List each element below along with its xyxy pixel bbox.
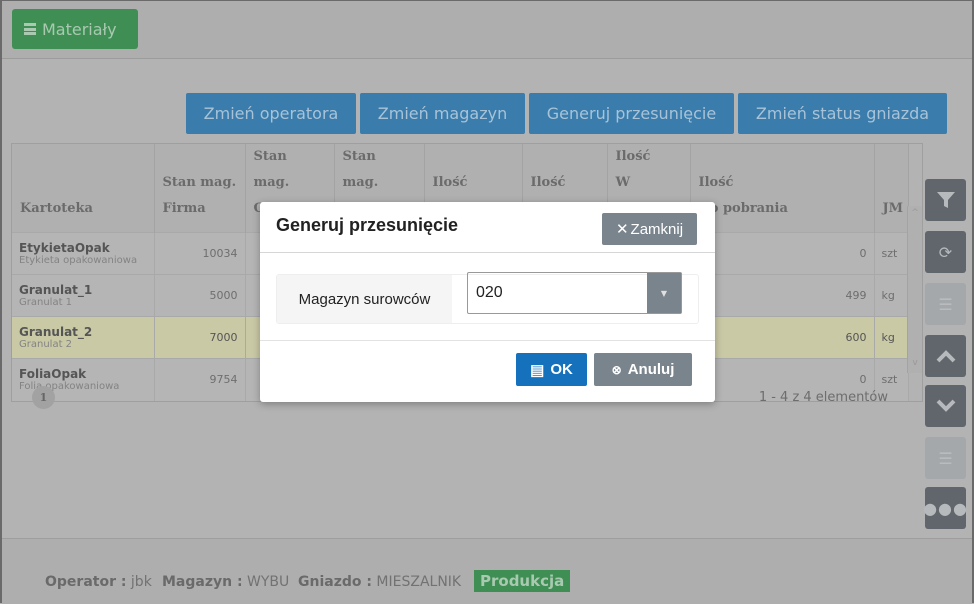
- column-header[interactable]: Ilość Do pobrania: [690, 144, 875, 233]
- header-line-1: Ilość: [530, 175, 566, 190]
- filter-icon: [936, 192, 955, 208]
- column-header[interactable]: Kartoteka: [12, 144, 155, 233]
- more-icon: ●●●: [923, 498, 968, 518]
- cell-stan-firma: 7000: [154, 316, 246, 359]
- header-line-2: Firma: [162, 201, 206, 216]
- materials-menu-button[interactable]: Materiały: [12, 9, 138, 49]
- close-icon: ✕: [615, 221, 629, 238]
- move-up-button[interactable]: [925, 335, 966, 377]
- save-icon: ▤: [530, 361, 545, 379]
- cell-do-pobrania: 0: [690, 232, 875, 275]
- cell-jm: szt: [874, 232, 909, 275]
- item-name: Granulat_2: [19, 325, 93, 339]
- item-name: Granulat_1: [19, 283, 93, 297]
- move-down-button[interactable]: [925, 385, 966, 427]
- change-nest-status-button[interactable]: Zmień status gniazda: [738, 93, 947, 134]
- item-name: EtykietaOpak: [19, 241, 110, 255]
- nest-label: Gniazdo :: [298, 574, 372, 590]
- item-description: Granulat 1: [19, 297, 73, 308]
- header-line-1: Ilość: [615, 149, 651, 164]
- generate-transfer-dialog: Generuj przesunięcie ✕ Zamknij Magazyn su…: [260, 202, 715, 402]
- list-up-icon: ☰: [938, 294, 953, 314]
- dialog-title: Generuj przesunięcie: [276, 215, 459, 235]
- more-button[interactable]: ●●●: [923, 487, 968, 529]
- header-line-1: Stan mag.: [342, 149, 379, 190]
- action-bar: Zmień operatora Zmień magazyn Generuj pr…: [186, 93, 947, 134]
- change-warehouse-button[interactable]: Zmień magazyn: [360, 93, 525, 134]
- cell-jm: kg: [874, 274, 909, 317]
- dropdown-arrow-icon[interactable]: ▼: [647, 273, 681, 313]
- close-button[interactable]: ✕ Zamknij: [602, 213, 697, 245]
- operator-value: jbk: [130, 574, 152, 590]
- field-label: Magazyn surowców: [277, 275, 452, 323]
- cell-jm: kg: [874, 316, 909, 359]
- close-label: Zamknij: [630, 220, 684, 238]
- item-description: Granulat 2: [19, 339, 73, 350]
- cell-kartoteka: Granulat_1 Granulat 1: [12, 274, 155, 317]
- header-line-1: Ilość: [698, 175, 734, 190]
- header-line-2: Do pobrania: [698, 201, 788, 216]
- menu-label: Materiały: [42, 19, 117, 39]
- chevron-down-icon: [936, 399, 955, 412]
- header-line-1: Ilość: [432, 175, 468, 190]
- change-operator-button[interactable]: Zmień operatora: [186, 93, 356, 134]
- item-count: 1 - 4 z 4 elementów: [758, 390, 888, 405]
- cell-stan-firma: 9754: [154, 358, 246, 401]
- nest-value: MIESZALNIK: [376, 574, 462, 590]
- status-bar: Operator : jbk Magazyn : WYBU Gniazdo : …: [2, 538, 972, 604]
- cell-stan-firma: 10034: [154, 232, 246, 275]
- list-down-icon: ☰: [938, 448, 953, 468]
- item-description: Etykieta opakowaniowa: [19, 255, 138, 266]
- refresh-icon: ⟳: [938, 242, 953, 262]
- item-name: FoliaOpak: [19, 367, 87, 382]
- header-line-1: Stan mag.: [162, 175, 237, 190]
- generate-transfer-button[interactable]: Generuj przesunięcie: [529, 93, 734, 134]
- page-1-button[interactable]: 1: [32, 386, 55, 409]
- warehouse-value: WYBU: [247, 574, 290, 590]
- ok-button[interactable]: ▤ OK: [516, 353, 587, 386]
- move-top-button[interactable]: ☰: [925, 283, 966, 325]
- mode-badge: Produkcja: [474, 570, 571, 592]
- column-header[interactable]: JM: [874, 144, 909, 233]
- filter-button[interactable]: [925, 179, 966, 221]
- refresh-button[interactable]: ⟳: [925, 231, 966, 273]
- top-bar: Materiały: [2, 1, 972, 59]
- grid-scrollbar[interactable]: ^ v: [907, 206, 922, 373]
- ok-label: OK: [550, 361, 573, 378]
- cancel-button[interactable]: ⊗ Anuluj: [594, 353, 692, 386]
- chevron-up-icon: [936, 350, 955, 363]
- cell-do-pobrania: 600: [690, 316, 875, 359]
- warehouse-label: Magazyn :: [162, 574, 243, 590]
- cell-kartoteka: Granulat_2 Granulat 2: [12, 316, 155, 359]
- operator-label: Operator :: [45, 574, 127, 590]
- move-bottom-button[interactable]: ☰: [925, 437, 966, 479]
- column-header[interactable]: Stan mag. Firma: [154, 144, 246, 233]
- header-line-1: Stan mag.: [253, 149, 290, 190]
- cell-stan-firma: 5000: [154, 274, 246, 317]
- menu-icon: [24, 23, 36, 35]
- warehouse-select-value[interactable]: 020: [468, 273, 647, 313]
- cell-kartoteka: EtykietaOpak Etykieta opakowaniowa: [12, 232, 155, 275]
- header-line-2: JM: [882, 201, 904, 216]
- cancel-label: Anuluj: [627, 361, 675, 378]
- cancel-icon: ⊗: [611, 362, 622, 377]
- header-line-2: Kartoteka: [20, 201, 93, 216]
- cell-do-pobrania: 499: [690, 274, 875, 317]
- warehouse-select[interactable]: 020 ▼: [467, 272, 682, 314]
